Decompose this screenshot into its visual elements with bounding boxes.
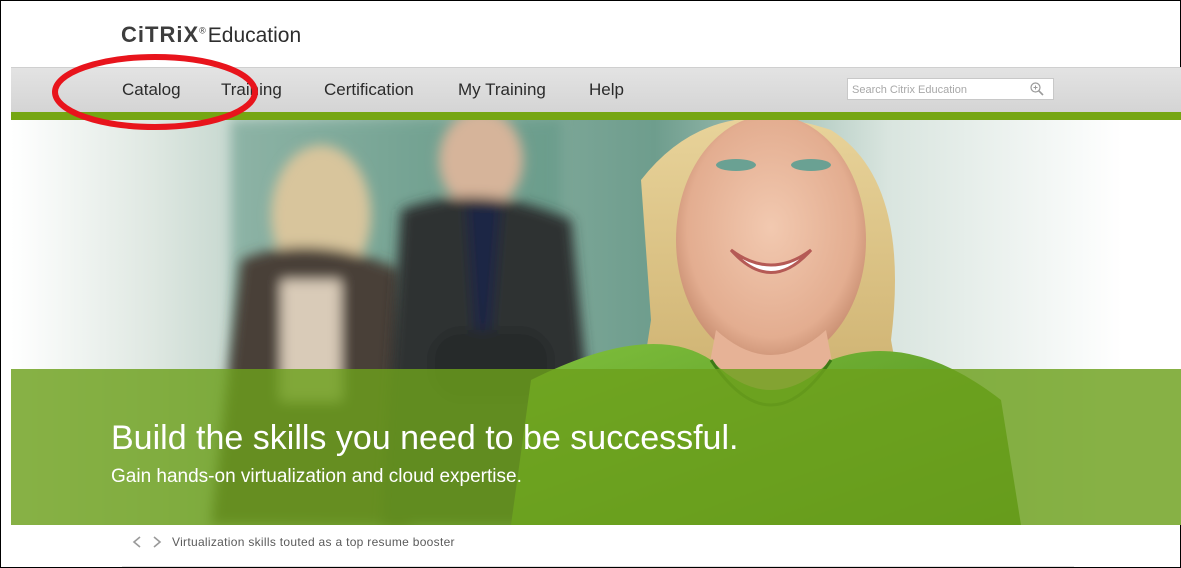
- brand-name: Education: [207, 24, 302, 47]
- news-ticker: Virtualization skills touted as a top re…: [130, 534, 455, 550]
- content-divider: [122, 566, 1074, 567]
- search-zoom-icon[interactable]: [1029, 81, 1045, 97]
- hero-subtitle: Gain hands-on virtualization and cloud e…: [111, 466, 522, 487]
- chevron-left-icon[interactable]: [130, 535, 144, 549]
- nav-certification[interactable]: Certification: [324, 80, 414, 100]
- search-input[interactable]: [852, 82, 1022, 98]
- hero-title: Build the skills you need to be successf…: [111, 419, 739, 457]
- hero-banner[interactable]: Build the skills you need to be successf…: [11, 120, 1181, 525]
- nav-my-training[interactable]: My Training: [458, 80, 546, 100]
- citrix-logo: CiTRiX®: [121, 22, 206, 47]
- brand-logo[interactable]: CiTRiX® Education: [121, 22, 301, 52]
- nav-help[interactable]: Help: [589, 80, 624, 100]
- chevron-right-icon[interactable]: [150, 535, 164, 549]
- search-box: [847, 78, 1054, 100]
- annotation-ellipse: [52, 54, 258, 130]
- news-headline-link[interactable]: Virtualization skills touted as a top re…: [172, 535, 455, 549]
